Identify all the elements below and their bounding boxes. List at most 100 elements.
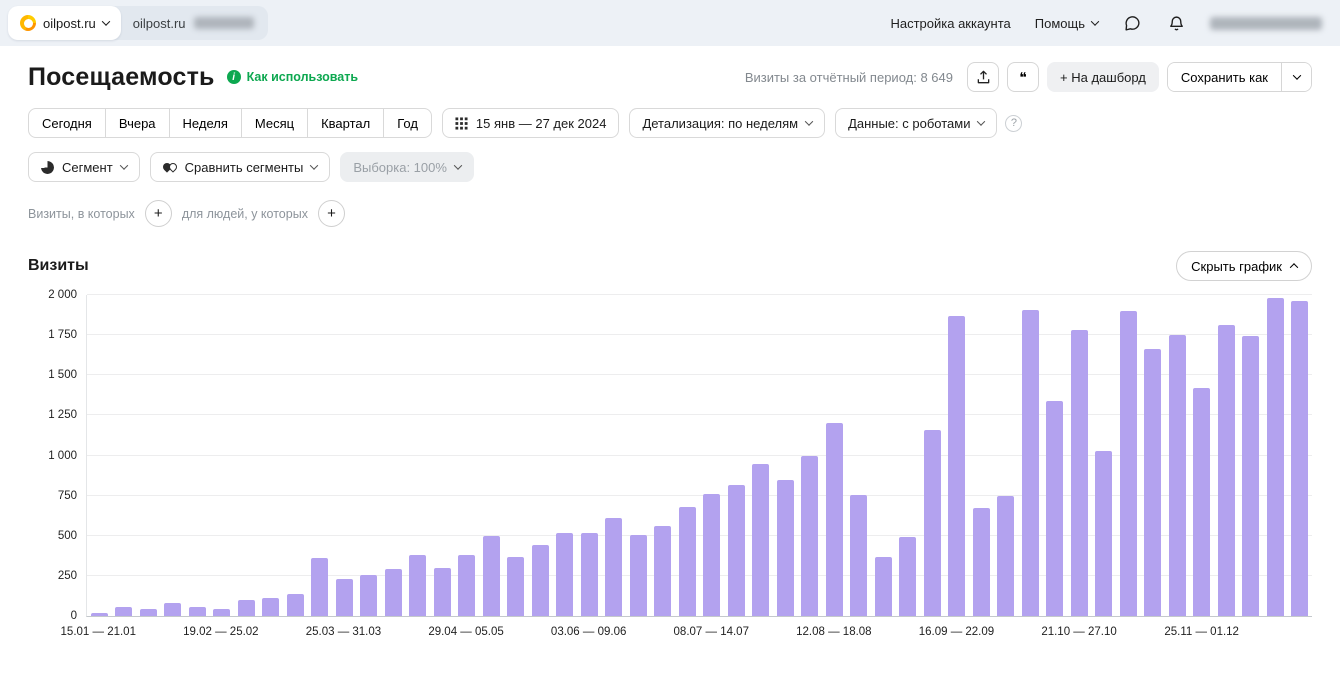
sampling-dropdown[interactable]: Выборка: 100%: [340, 152, 474, 182]
chart-bar[interactable]: [1070, 330, 1088, 616]
x-axis-label: 19.02 — 25.02: [183, 626, 259, 638]
chart-bar[interactable]: [899, 537, 917, 616]
save-as-button[interactable]: Сохранить как: [1167, 63, 1281, 91]
help-question-icon[interactable]: ?: [1005, 114, 1023, 132]
x-axis-label: 03.06 — 09.06: [550, 626, 627, 638]
add-people-condition-button[interactable]: +: [317, 200, 345, 227]
x-axis-label: 12.08 — 18.08: [796, 626, 872, 638]
account-settings-link[interactable]: Настройка аккаунта: [890, 16, 1010, 31]
detalization-dropdown[interactable]: Детализация: по неделям: [629, 108, 826, 138]
hide-chart-button[interactable]: Скрыть график: [1176, 251, 1312, 281]
chart-bar[interactable]: [237, 599, 255, 616]
y-axis-label: 0: [70, 610, 77, 622]
notifications-bell-icon[interactable]: [1166, 13, 1186, 33]
x-axis-label: 21.10 — 27.10: [1041, 626, 1117, 638]
chart-bar[interactable]: [115, 607, 133, 616]
counter-domain: oilpost.ru: [132, 15, 186, 31]
segment-dropdown[interactable]: Сегмент: [28, 152, 140, 182]
x-axis-label: 25.03 — 31.03: [305, 626, 382, 638]
chart-bar[interactable]: [1095, 450, 1113, 616]
notes-button[interactable]: ❝: [1007, 62, 1040, 92]
chart-bar[interactable]: [1242, 335, 1260, 616]
chart-bar[interactable]: [727, 485, 745, 616]
chart-bar[interactable]: [188, 607, 206, 616]
date-range-button[interactable]: 15 янв — 27 дек 2024: [441, 108, 620, 138]
chart-bar[interactable]: [972, 508, 990, 616]
chart-bar[interactable]: [286, 593, 304, 616]
chart-bar[interactable]: [335, 579, 353, 616]
chart-bar[interactable]: [90, 612, 108, 616]
chevron-down-icon: [453, 161, 463, 170]
page: { "colors": { "accent_green": "#0da850",…: [0, 0, 1340, 687]
chart-bar[interactable]: [1217, 324, 1235, 616]
chart-bar[interactable]: [629, 534, 647, 616]
counter-id-redacted: [193, 17, 254, 29]
chevron-down-icon: [977, 117, 986, 126]
chart-bar[interactable]: [139, 608, 157, 616]
chevron-down-icon: [310, 161, 319, 170]
chart-bar[interactable]: [1266, 298, 1284, 616]
chart-bar[interactable]: [1144, 348, 1162, 616]
chart-bar[interactable]: [752, 463, 770, 616]
preset-year-button[interactable]: Год: [383, 108, 432, 138]
counter-switcher[interactable]: oilpost.ru oilpost.ru: [8, 6, 268, 40]
chart-bar[interactable]: [433, 567, 451, 616]
add-to-dashboard-button[interactable]: + На дашборд: [1047, 62, 1159, 92]
chart-bar[interactable]: [556, 533, 574, 616]
topbar: oilpost.ru oilpost.ru Настройка аккаунта…: [0, 0, 1340, 46]
header-actions: Визиты за отчётный период: 8 649 ❝ + На …: [745, 62, 1312, 92]
chart-bar[interactable]: [1168, 335, 1186, 616]
chart-bar[interactable]: [531, 544, 549, 616]
chart-bar[interactable]: [1046, 400, 1064, 616]
chart-bar[interactable]: [1193, 388, 1211, 616]
chart-bar[interactable]: [678, 506, 696, 616]
chart-bar[interactable]: [1021, 310, 1039, 616]
add-visit-condition-button[interactable]: +: [144, 200, 172, 227]
chart-bar[interactable]: [923, 429, 941, 616]
chevron-down-icon: [804, 117, 814, 126]
y-axis-label: 1 000: [48, 449, 77, 462]
data-mode-value: Данные: с роботами: [848, 115, 971, 131]
chart-bar[interactable]: [1119, 311, 1137, 616]
chart-bar[interactable]: [703, 494, 721, 616]
preset-today-button[interactable]: Сегодня: [28, 108, 106, 138]
preset-month-button[interactable]: Месяц: [240, 108, 309, 138]
data-mode-dropdown[interactable]: Данные: с роботами: [835, 108, 998, 138]
chart-bar[interactable]: [360, 575, 378, 616]
topnav: Настройка аккаунта Помощь: [890, 13, 1322, 33]
chart-bar[interactable]: [482, 535, 500, 616]
counter-pill[interactable]: oilpost.ru: [8, 6, 121, 40]
chart-bar[interactable]: [507, 557, 525, 616]
chart-bar[interactable]: [850, 494, 868, 616]
chart-bar[interactable]: [997, 496, 1015, 616]
chart-bar[interactable]: [948, 315, 966, 616]
chart-bar[interactable]: [605, 518, 623, 616]
chart-bar[interactable]: [1291, 301, 1309, 616]
chart-bar[interactable]: [164, 603, 182, 616]
chart-bar[interactable]: [262, 597, 280, 616]
username-redacted[interactable]: [1210, 16, 1322, 30]
compare-segments-dropdown[interactable]: Сравнить сегменты: [149, 152, 331, 182]
save-as-dropdown-button[interactable]: [1281, 63, 1311, 91]
chart-bar[interactable]: [213, 608, 231, 616]
chart-bar[interactable]: [458, 555, 476, 616]
help-link[interactable]: Помощь: [1035, 16, 1100, 31]
chevron-up-icon: [1289, 263, 1299, 272]
chart-bar[interactable]: [409, 555, 427, 616]
chart-bar[interactable]: [825, 423, 843, 616]
chart-bar[interactable]: [384, 569, 402, 616]
export-button[interactable]: [967, 62, 1000, 92]
people-condition-label: для людей, у которых: [181, 206, 308, 221]
preset-quarter-button[interactable]: Квартал: [307, 108, 385, 138]
chart-bar[interactable]: [311, 558, 329, 616]
chart-bar[interactable]: [776, 479, 794, 616]
preset-yesterday-button[interactable]: Вчера: [104, 108, 170, 138]
preset-week-button[interactable]: Неделя: [168, 108, 242, 138]
chart-bar[interactable]: [654, 526, 672, 616]
compare-drops-icon: [161, 161, 179, 173]
chart-bar[interactable]: [874, 556, 892, 616]
chat-icon[interactable]: [1122, 13, 1142, 33]
chart-bar[interactable]: [580, 532, 598, 616]
chart-bar[interactable]: [801, 455, 819, 616]
how-to-use-link[interactable]: i Как использовать: [226, 70, 358, 84]
